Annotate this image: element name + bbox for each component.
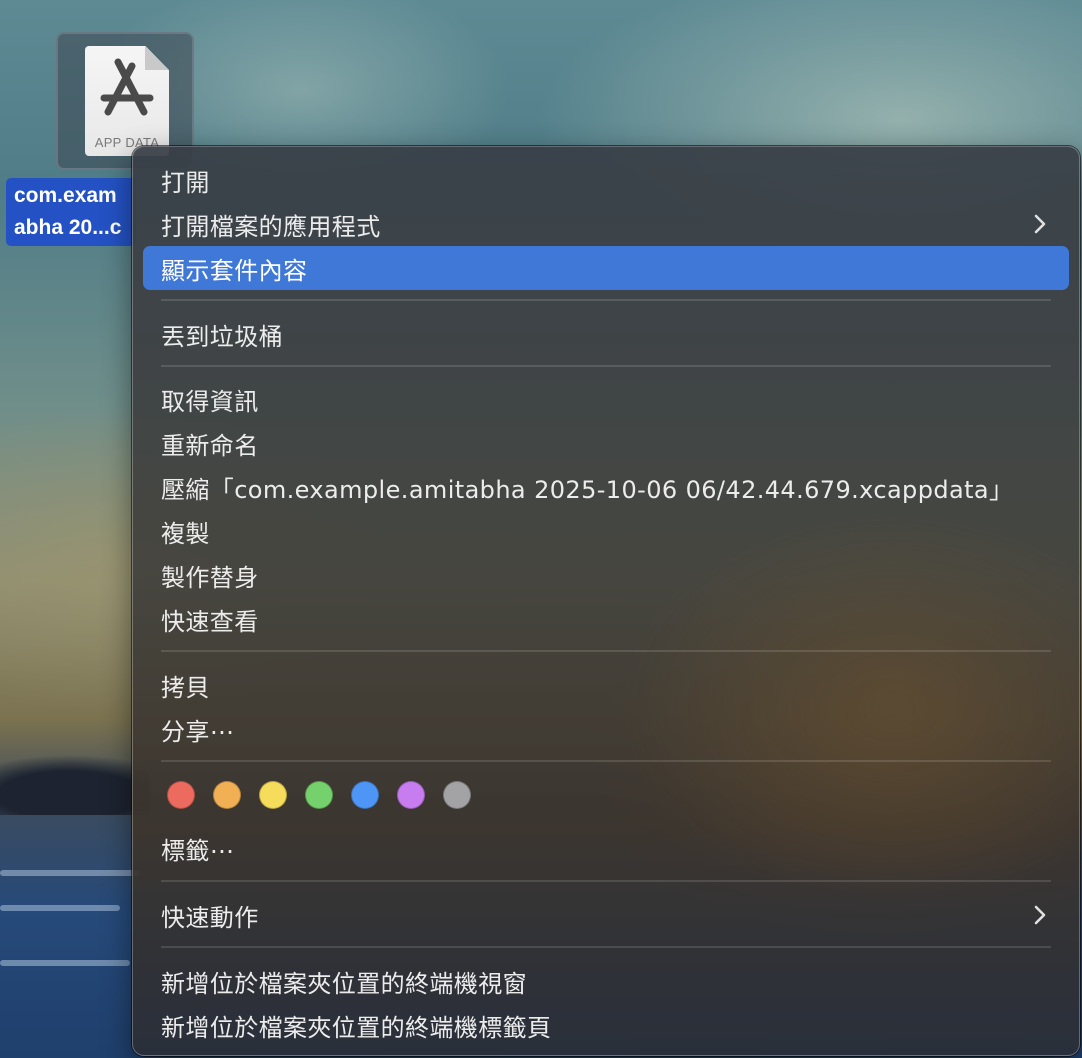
menu-item-move-to-trash[interactable]: 丟到垃圾桶: [143, 312, 1069, 356]
tag-purple-dot[interactable]: [397, 781, 425, 809]
menu-item-get-info[interactable]: 取得資訊: [143, 377, 1069, 421]
menu-item-new-terminal-at-folder[interactable]: 新增位於檔案夾位置的終端機視窗: [143, 959, 1069, 1003]
menu-item-label: 快速動作: [161, 903, 259, 932]
wave: [0, 960, 130, 966]
menu-separator: [161, 880, 1051, 882]
menu-item-label: 快速查看: [161, 607, 259, 636]
menu-item-label: 製作替身: [161, 563, 259, 592]
tag-color-row: [167, 781, 471, 813]
app-store-document-icon: [100, 58, 154, 116]
menu-item-new-terminal-tab-at-folder[interactable]: 新增位於檔案夾位置的終端機標籤頁: [143, 1003, 1069, 1047]
menu-separator: [161, 650, 1051, 652]
wave: [0, 905, 120, 911]
menu-item-label: 打開檔案的應用程式: [161, 212, 381, 241]
tag-blue-dot[interactable]: [351, 781, 379, 809]
menu-item-label: 分享⋯: [161, 717, 235, 746]
menu-item-tags[interactable]: 標籤⋯: [143, 826, 1069, 870]
menu-item-make-alias[interactable]: 製作替身: [143, 553, 1069, 597]
menu-separator: [161, 299, 1051, 301]
tag-orange-dot[interactable]: [213, 781, 241, 809]
menu-item-label: 拷貝: [161, 673, 210, 702]
desktop-background: APP DATA com.exam abha 20...c 打開 打開檔案的應用…: [0, 0, 1082, 1058]
menu-item-label: 新增位於檔案夾位置的終端機標籤頁: [161, 1013, 552, 1042]
wave: [0, 870, 140, 876]
chevron-right-icon: [1034, 905, 1046, 925]
menu-item-label: 丟到垃圾桶: [161, 322, 283, 351]
menu-item-open[interactable]: 打開: [143, 158, 1069, 202]
menu-item-compress[interactable]: 壓縮「com.example.amitabha 2025-10-06 06/42…: [143, 465, 1069, 509]
menu-separator: [161, 760, 1051, 762]
menu-separator: [161, 946, 1051, 948]
menu-item-label: 取得資訊: [161, 387, 259, 416]
menu-item-rename[interactable]: 重新命名: [143, 421, 1069, 465]
menu-item-label: 新增位於檔案夾位置的終端機視窗: [161, 969, 527, 998]
context-menu: 打開 打開檔案的應用程式 顯示套件內容 丟到垃圾桶 取得資訊 重新命名 壓縮「c…: [132, 146, 1080, 1056]
file-name-line-2: abha 20...c: [14, 216, 122, 239]
menu-item-share[interactable]: 分享⋯: [143, 707, 1069, 751]
menu-item-quick-actions[interactable]: 快速動作: [143, 893, 1069, 937]
desktop-file-name[interactable]: com.exam abha 20...c: [6, 178, 136, 246]
menu-item-duplicate[interactable]: 複製: [143, 509, 1069, 553]
menu-item-copy[interactable]: 拷貝: [143, 663, 1069, 707]
tag-green-dot[interactable]: [305, 781, 333, 809]
menu-item-label: 打開: [161, 168, 210, 197]
file-name-line-1: com.exam: [14, 184, 117, 207]
rocks: [0, 735, 150, 815]
tag-yellow-dot[interactable]: [259, 781, 287, 809]
tag-red-dot[interactable]: [167, 781, 195, 809]
menu-item-label: 重新命名: [161, 431, 259, 460]
menu-item-label: 壓縮「com.example.amitabha 2025-10-06 06/42…: [161, 475, 1014, 504]
menu-item-label: 標籤⋯: [161, 836, 235, 865]
menu-separator: [161, 365, 1051, 367]
chevron-right-icon: [1034, 214, 1046, 234]
tag-gray-dot[interactable]: [443, 781, 471, 809]
menu-item-label: 顯示套件內容: [161, 256, 308, 285]
menu-item-quick-look[interactable]: 快速查看: [143, 597, 1069, 641]
menu-item-show-package-contents[interactable]: 顯示套件內容: [143, 246, 1069, 290]
menu-item-label: 複製: [161, 519, 210, 548]
menu-item-open-with[interactable]: 打開檔案的應用程式: [143, 202, 1069, 246]
